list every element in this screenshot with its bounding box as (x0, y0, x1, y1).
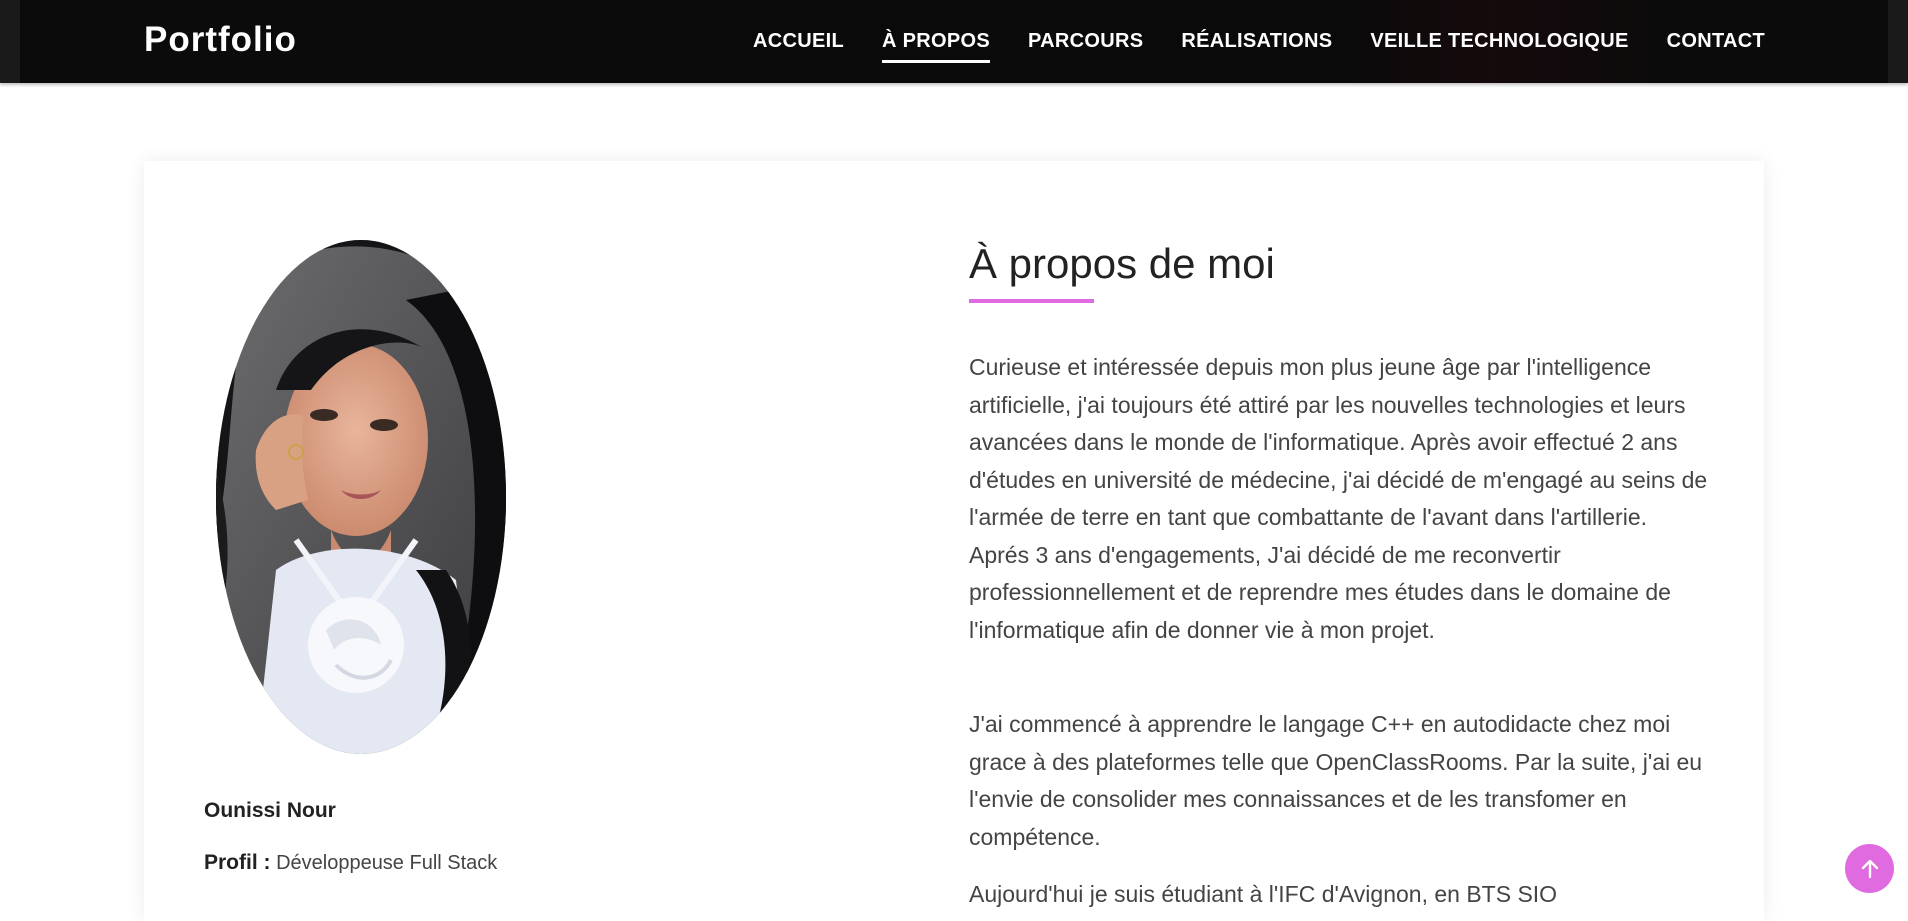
navbar-edge-left (0, 0, 20, 83)
about-title: À propos de moi (969, 240, 1275, 287)
main-nav: ACCUEIL À PROPOS PARCOURS RÉALISATIONS V… (753, 30, 1765, 63)
brand-logo[interactable]: Portfolio (144, 20, 297, 60)
about-paragraph-2: J'ai commencé à apprendre le langage C++… (969, 711, 1703, 850)
arrow-up-icon (1861, 859, 1878, 878)
profile-role-value: Développeuse Full Stack (276, 852, 498, 874)
top-navbar: Portfolio ACCUEIL À PROPOS PARCOURS RÉAL… (0, 0, 1908, 83)
profile-role-label: Profil : (204, 851, 271, 874)
about-paragraph-3: Aujourd'hui je suis étudiant à l'IFC d'A… (969, 881, 1558, 907)
navbar-edge-right (1888, 0, 1908, 83)
nav-item-accueil[interactable]: ACCUEIL (753, 30, 844, 59)
profile-photo-illustration (216, 240, 506, 754)
title-underline (969, 299, 1094, 303)
profile-role: Profil : Développeuse Full Stack (204, 851, 497, 875)
nav-item-a-propos[interactable]: À PROPOS (881, 30, 990, 63)
nav-item-realisations[interactable]: RÉALISATIONS (1181, 30, 1332, 59)
profile-photo (216, 240, 506, 754)
back-to-top-button[interactable] (1845, 844, 1894, 893)
profile-name: Ounissi Nour (204, 799, 336, 822)
about-paragraph-1: Curieuse et intéressée depuis mon plus j… (969, 354, 1708, 643)
nav-item-parcours[interactable]: PARCOURS (1028, 30, 1143, 59)
nav-item-contact[interactable]: CONTACT (1667, 30, 1765, 59)
nav-item-veille-technologique[interactable]: VEILLE TECHNOLOGIQUE (1370, 30, 1628, 59)
